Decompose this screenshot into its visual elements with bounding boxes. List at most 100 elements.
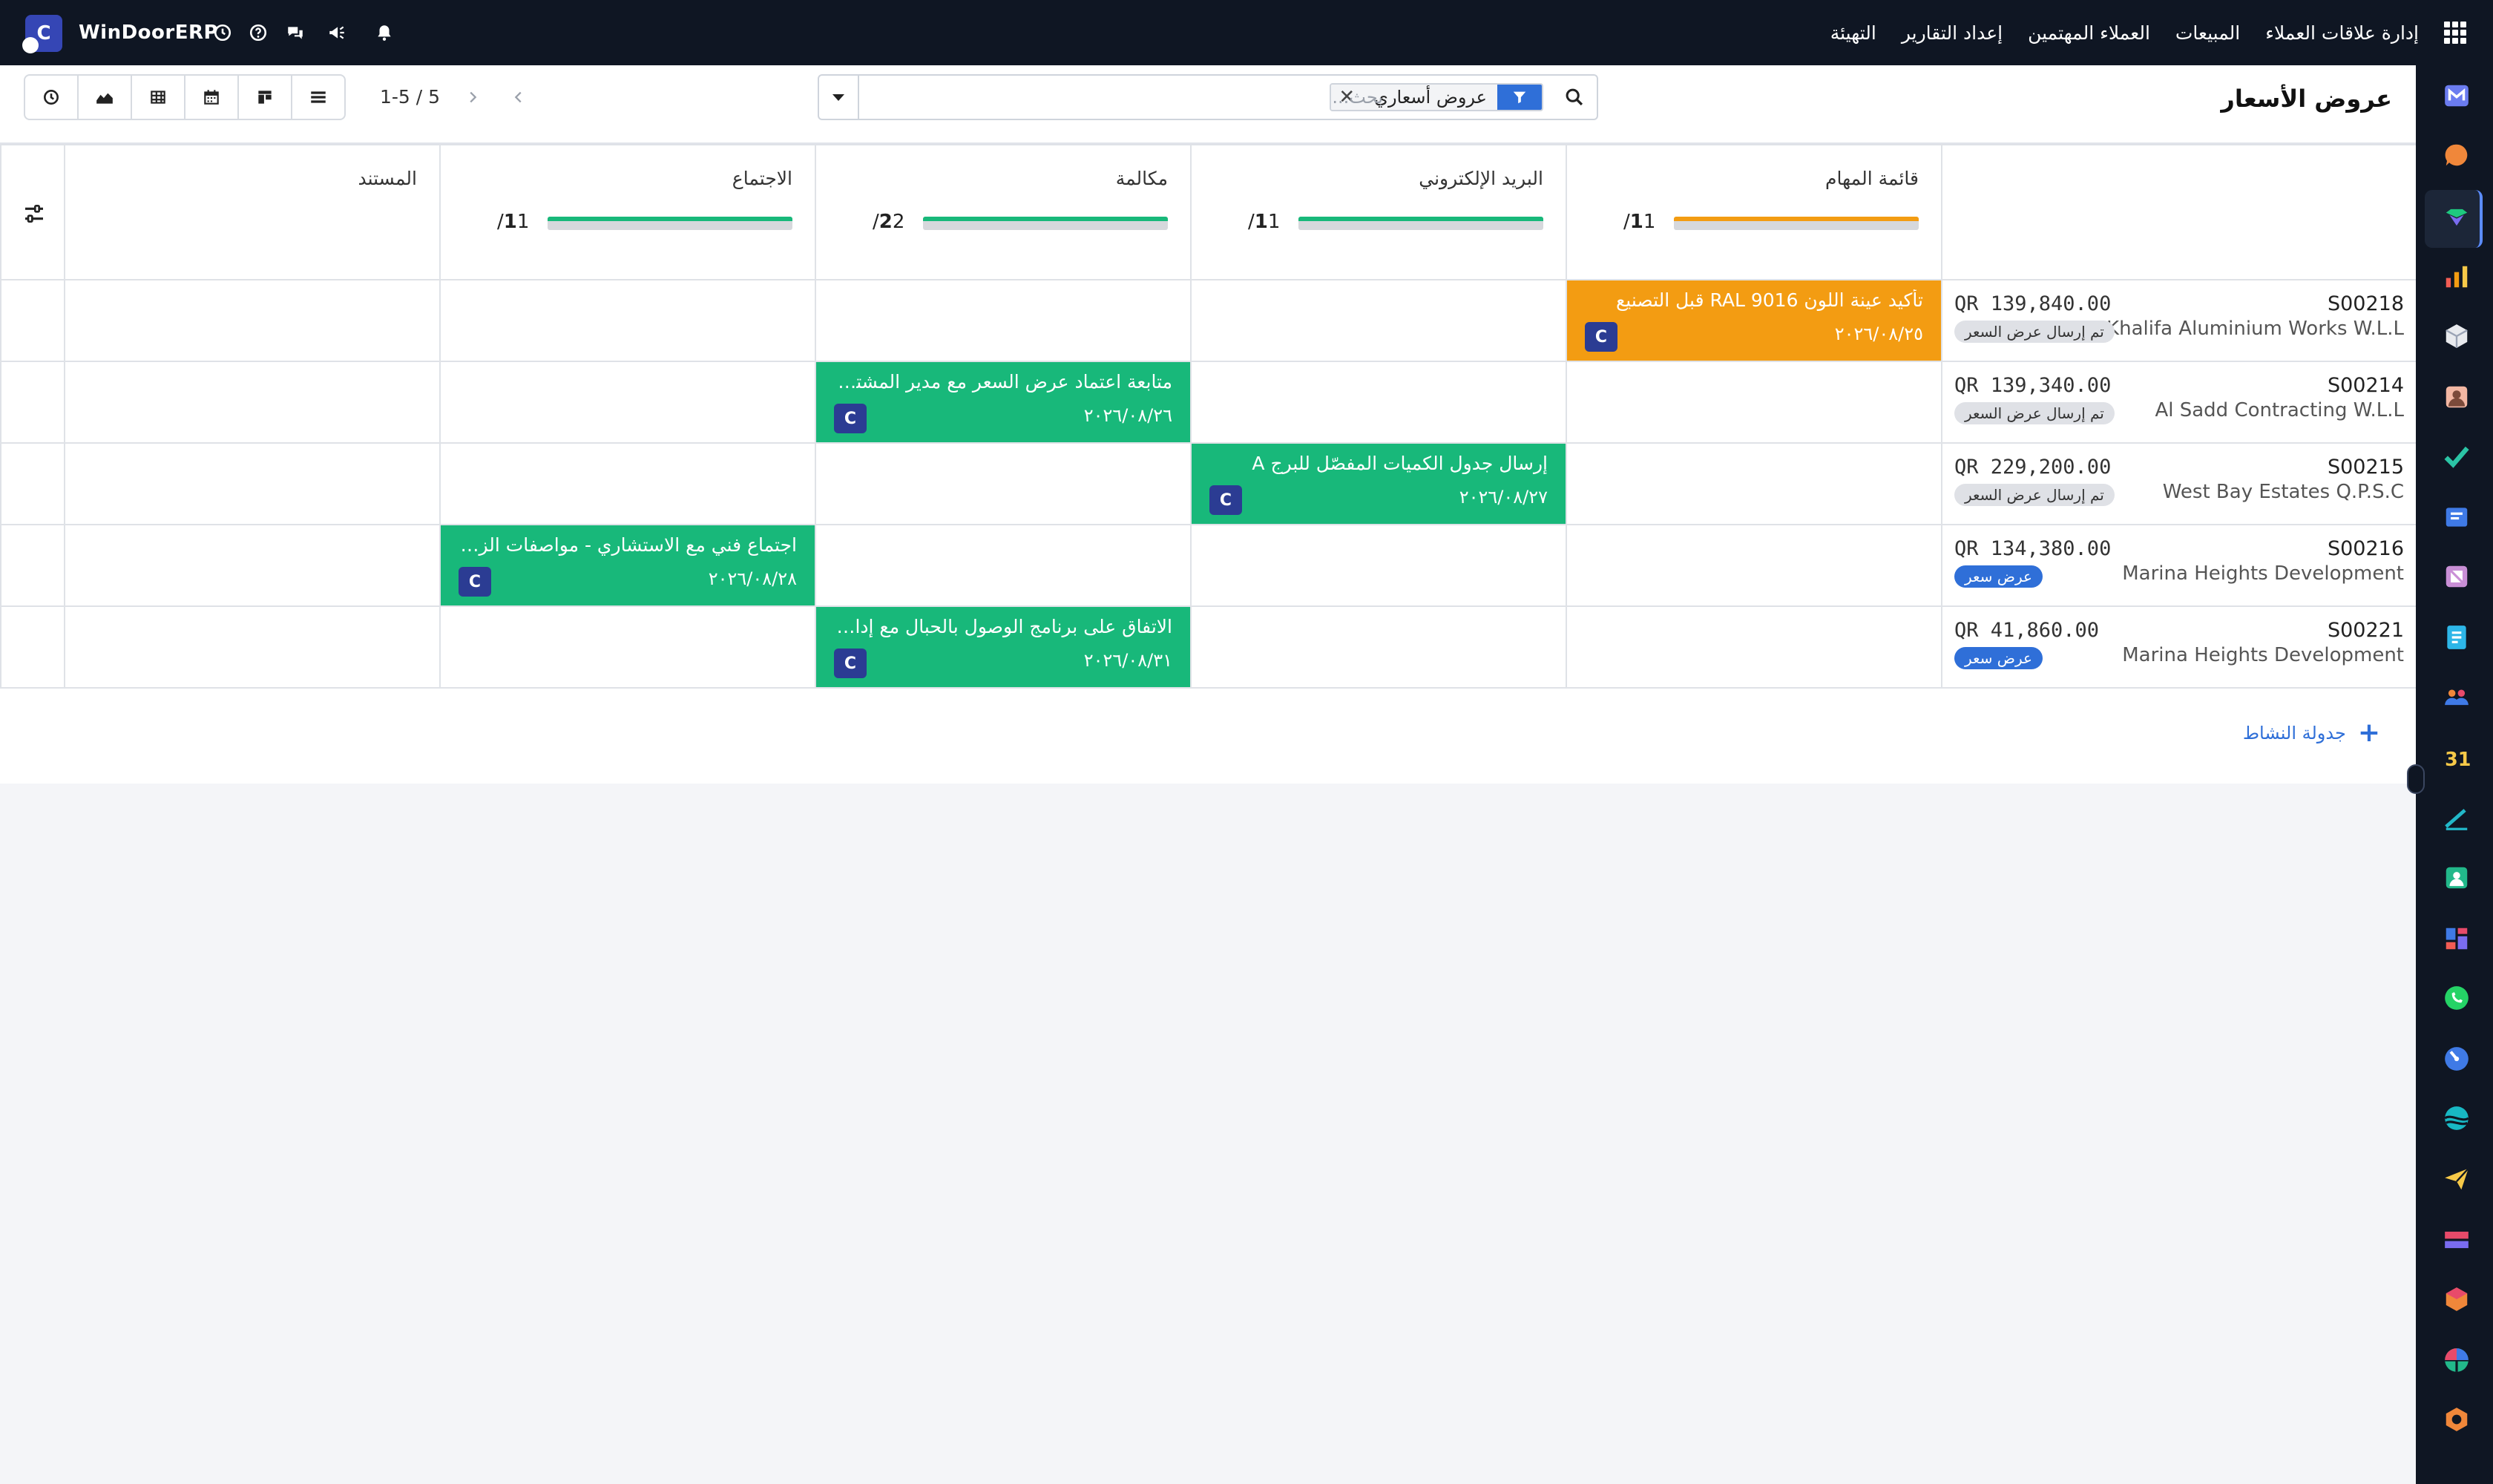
crm-app-icon[interactable] [2443,203,2471,232]
activity-cell-meeting[interactable] [439,279,816,362]
menu-sales[interactable]: المبيعات [2175,22,2240,44]
record-cell[interactable]: S00218 Khalifa Aluminium Works W.L.L QR … [1941,279,2417,362]
activity-cell-document[interactable] [64,524,441,607]
schedule-activity-button[interactable]: + جدولة النشاط [2243,720,2380,746]
pager-value[interactable]: 1-5 / 5 [380,86,440,108]
whatsapp-app-icon[interactable] [2443,984,2471,1012]
mail-app-icon[interactable] [2443,82,2471,110]
activity-cell-email[interactable] [1190,279,1567,362]
activity-cell-call[interactable] [815,279,1192,362]
record-cell[interactable]: S00221 Marina Heights Development QR 41,… [1941,605,2417,689]
column-settings-header[interactable] [0,144,65,280]
menu-configuration[interactable]: التهيئة [1830,22,1876,44]
documents-app-icon[interactable] [2443,623,2471,651]
view-graph-button[interactable] [77,74,132,120]
progress-bar[interactable] [548,217,792,230]
calendar-app-icon[interactable]: 31 [2443,743,2471,772]
view-calendar-button[interactable] [184,74,239,120]
activity-planned[interactable]: اجتماع فني مع الاستشاري - مواصفات الزجا.… [441,525,815,605]
activity-cell-email[interactable]: إرسال جدول الكميات المفصّل للبرج A ٢٠٢٦/… [1190,442,1567,525]
progress-bar[interactable] [923,217,1168,230]
view-list-button[interactable] [291,74,346,120]
activity-cell-document[interactable] [64,442,441,525]
employees-app-icon[interactable] [2443,683,2471,711]
record-cell[interactable]: S00215 West Bay Estates Q.P.S.C QR 229,2… [1941,442,2417,525]
pager-previous-button[interactable] [496,74,542,120]
activity-planned[interactable]: الاتفاق على برنامج الوصول بالحبال مع إدا… [816,607,1190,687]
column-header-todo[interactable]: قائمة المهام 11/ [1566,144,1942,280]
sales-app-icon[interactable] [2443,263,2471,291]
activity-cell-meeting[interactable] [439,361,816,444]
activity-cell-document[interactable] [64,361,441,444]
project-app-icon[interactable] [2443,442,2471,470]
avatar[interactable]: C [834,404,867,433]
activity-overdue[interactable]: تأكيد عينة اللون RAL 9016 قبل التصنيع ٢٠… [1567,280,1941,361]
activity-cell-call[interactable] [815,442,1192,525]
column-header-document[interactable]: المستند [64,144,441,280]
search-options-toggle[interactable] [819,76,859,119]
knowledge-app-icon[interactable] [2443,503,2471,531]
chat-icon[interactable] [280,0,310,65]
accounting-app-icon[interactable] [2443,1226,2471,1254]
company-logo[interactable]: C [22,15,62,53]
inventory-app-icon[interactable] [2443,322,2471,350]
sliders-icon[interactable] [22,202,46,226]
help-icon[interactable] [243,0,273,65]
sign-app-icon[interactable] [2443,804,2471,833]
website-app-icon[interactable] [2443,1104,2471,1132]
activity-cell-todo[interactable] [1566,605,1942,689]
manufacturing-app-icon[interactable] [2443,1285,2471,1313]
studio-app-icon[interactable] [2443,1405,2471,1434]
contacts-app-icon[interactable] [2443,383,2471,411]
apps-grid-icon[interactable] [2444,22,2466,44]
dashboards-app-icon[interactable] [2443,925,2471,953]
spreadsheet-app-icon[interactable] [2443,1346,2471,1374]
menu-leads[interactable]: العملاء المهتمين [2028,22,2150,44]
activity-cell-todo[interactable]: تأكيد عينة اللون RAL 9016 قبل التصنيع ٢٠… [1566,279,1942,362]
progress-bar[interactable] [1674,217,1919,230]
record-cell[interactable]: S00216 Marina Heights Development QR 134… [1941,524,2417,607]
activity-cell-document[interactable] [64,279,441,362]
avatar[interactable]: C [1209,485,1242,515]
record-cell[interactable]: S00214 Al Sadd Contracting W.L.L QR 139,… [1941,361,2417,444]
search-input[interactable] [864,85,1383,110]
discuss-app-icon[interactable] [2443,141,2471,169]
package-app-icon[interactable] [2443,562,2471,591]
pager-next-button[interactable] [450,74,496,120]
email-marketing-app-icon[interactable] [2443,1165,2471,1193]
megaphone-icon[interactable] [322,0,352,65]
activity-cell-email[interactable] [1190,361,1567,444]
view-activity-button[interactable] [24,74,79,120]
avatar[interactable]: C [1585,322,1617,352]
activity-cell-todo[interactable] [1566,524,1942,607]
search-icon[interactable] [1552,76,1597,119]
clock-icon[interactable] [208,0,237,65]
activity-planned[interactable]: إرسال جدول الكميات المفصّل للبرج A ٢٠٢٦/… [1192,444,1566,524]
view-pivot-button[interactable] [131,74,185,120]
activity-cell-email[interactable] [1190,605,1567,689]
bell-icon[interactable] [369,0,399,65]
activity-cell-meeting[interactable] [439,442,816,525]
activity-cell-todo[interactable] [1566,361,1942,444]
view-kanban-button[interactable] [237,74,292,120]
timesheet-app-icon[interactable] [2443,1045,2471,1073]
activity-cell-meeting[interactable] [439,605,816,689]
menu-crm[interactable]: إدارة علاقات العملاء [2265,22,2419,44]
activity-cell-document[interactable] [64,605,441,689]
progress-bar[interactable] [1298,217,1543,230]
activity-planned[interactable]: متابعة اعتماد عرض السعر مع مدير المشتريا… [816,362,1190,442]
column-header-meeting[interactable]: الاجتماع 11/ [439,144,816,280]
activity-cell-meeting[interactable]: اجتماع فني مع الاستشاري - مواصفات الزجا.… [439,524,816,607]
column-header-call[interactable]: مكالمة 22/ [815,144,1192,280]
avatar[interactable]: C [834,649,867,678]
activity-cell-email[interactable] [1190,524,1567,607]
rail-collapse-handle[interactable] [2407,764,2425,794]
menu-reporting[interactable]: إعداد التقارير [1902,22,2003,44]
activity-cell-call[interactable] [815,524,1192,607]
portal-app-icon[interactable] [2443,864,2471,892]
brand-name[interactable]: WinDoorERP [79,0,218,65]
activity-cell-call[interactable]: الاتفاق على برنامج الوصول بالحبال مع إدا… [815,605,1192,689]
column-header-email[interactable]: البريد الإلكتروني 11/ [1190,144,1567,280]
activity-cell-call[interactable]: متابعة اعتماد عرض السعر مع مدير المشتريا… [815,361,1192,444]
activity-cell-todo[interactable] [1566,442,1942,525]
